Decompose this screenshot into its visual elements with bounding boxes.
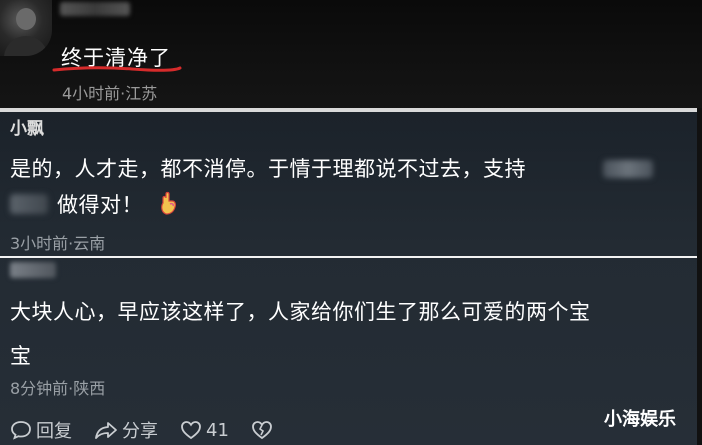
comment-icon bbox=[11, 421, 31, 440]
comment2-text-line2: 宝 bbox=[10, 344, 31, 368]
top-comment-meta: 4小时前·江苏 bbox=[62, 84, 158, 103]
comment1-text-line2: 做得对！ bbox=[57, 193, 143, 217]
hand-emoji-icon bbox=[161, 191, 176, 215]
share-button[interactable]: 分享 bbox=[94, 417, 158, 443]
reply-label: 回复 bbox=[36, 421, 72, 442]
comment-divider bbox=[0, 256, 697, 258]
share-icon bbox=[95, 422, 117, 439]
like-button[interactable]: 41 bbox=[180, 420, 229, 441]
panel-top-border bbox=[0, 108, 697, 112]
comment2-text-line1: 大块人心，早应该这样了，人家给你们生了那么可爱的两个宝 bbox=[10, 300, 591, 324]
red-underline bbox=[52, 66, 182, 72]
comment1-meta: 3小时前·云南 bbox=[10, 234, 106, 253]
top-comment-area: 终于清净了 4小时前·江苏 bbox=[0, 0, 702, 112]
blurred-username bbox=[10, 262, 56, 278]
avatar[interactable] bbox=[0, 0, 52, 56]
watermark: 小海娱乐 bbox=[604, 409, 676, 430]
like-count: 41 bbox=[206, 419, 229, 441]
comment-actions: 回复 分享 41 bbox=[10, 418, 299, 442]
dislike-button[interactable] bbox=[251, 420, 277, 440]
heart-icon bbox=[181, 421, 201, 440]
blurred-text bbox=[603, 160, 653, 178]
comment1-author[interactable]: 小飘 bbox=[10, 114, 44, 139]
comment1-text-line1: 是的，人才走，都不消停。于情于理都说不过去，支持 bbox=[10, 157, 526, 181]
broken-heart-icon bbox=[252, 421, 272, 440]
blurred-username bbox=[60, 2, 130, 16]
comment2-meta: 8分钟前·陕西 bbox=[10, 379, 106, 398]
blurred-text bbox=[10, 194, 48, 214]
share-label: 分享 bbox=[122, 421, 158, 442]
reply-button[interactable]: 回复 bbox=[10, 417, 72, 443]
right-edge bbox=[697, 108, 702, 445]
